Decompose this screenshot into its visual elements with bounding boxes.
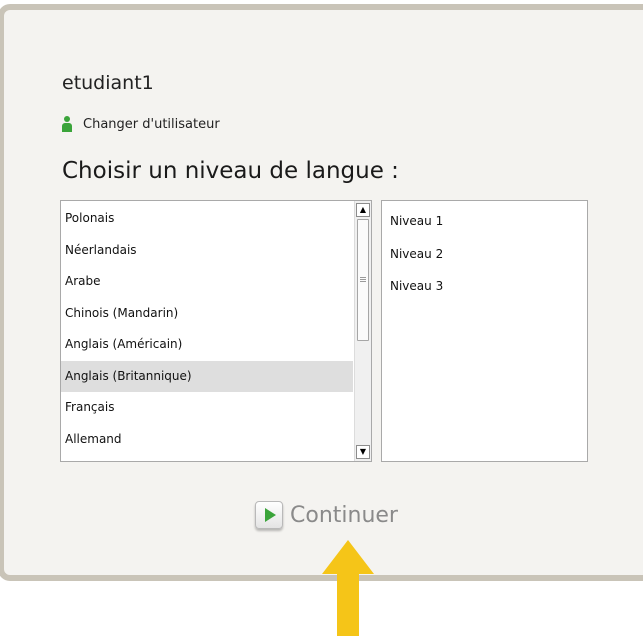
scroll-thumb[interactable] xyxy=(357,219,369,341)
level-option[interactable]: Niveau 2 xyxy=(386,238,443,271)
language-option[interactable]: Néerlandais xyxy=(61,235,353,267)
play-icon xyxy=(255,501,283,529)
language-option[interactable]: Allemand xyxy=(61,424,353,456)
grip-icon xyxy=(360,277,366,283)
language-option[interactable]: Chinois (Mandarin) xyxy=(61,298,353,330)
scroll-up-button[interactable]: ▲ xyxy=(356,203,370,217)
person-icon xyxy=(62,116,72,132)
continue-button[interactable]: Continuer xyxy=(255,501,398,529)
language-items: Polonais Néerlandais Arabe Chinois (Mandari… xyxy=(61,203,353,455)
level-option[interactable]: Niveau 3 xyxy=(386,270,443,303)
level-option[interactable]: Niveau 1 xyxy=(386,205,443,238)
level-items: Niveau 1 Niveau 2 Niveau 3 xyxy=(386,205,443,303)
change-user-label: Changer d'utilisateur xyxy=(83,116,220,132)
language-listbox[interactable]: Polonais Néerlandais Arabe Chinois (Mandari… xyxy=(60,200,372,462)
arrow-up-icon xyxy=(322,540,374,636)
language-option[interactable]: Polonais xyxy=(61,203,353,235)
scroll-down-button[interactable]: ▼ xyxy=(356,445,370,459)
language-option[interactable]: Anglais (Britannique) xyxy=(61,360,353,392)
page-title: Choisir un niveau de langue : xyxy=(62,158,399,184)
level-listbox[interactable]: Niveau 1 Niveau 2 Niveau 3 xyxy=(381,200,588,462)
language-option[interactable]: Anglais (Américain) xyxy=(61,329,353,361)
continue-label: Continuer xyxy=(290,502,398,528)
change-user-link[interactable]: Changer d'utilisateur xyxy=(62,116,220,132)
username-label: etudiant1 xyxy=(62,72,154,94)
language-option[interactable]: Français xyxy=(61,392,353,424)
language-option[interactable]: Arabe xyxy=(61,266,353,298)
language-scrollbar[interactable]: ▲ ▼ xyxy=(354,201,371,461)
